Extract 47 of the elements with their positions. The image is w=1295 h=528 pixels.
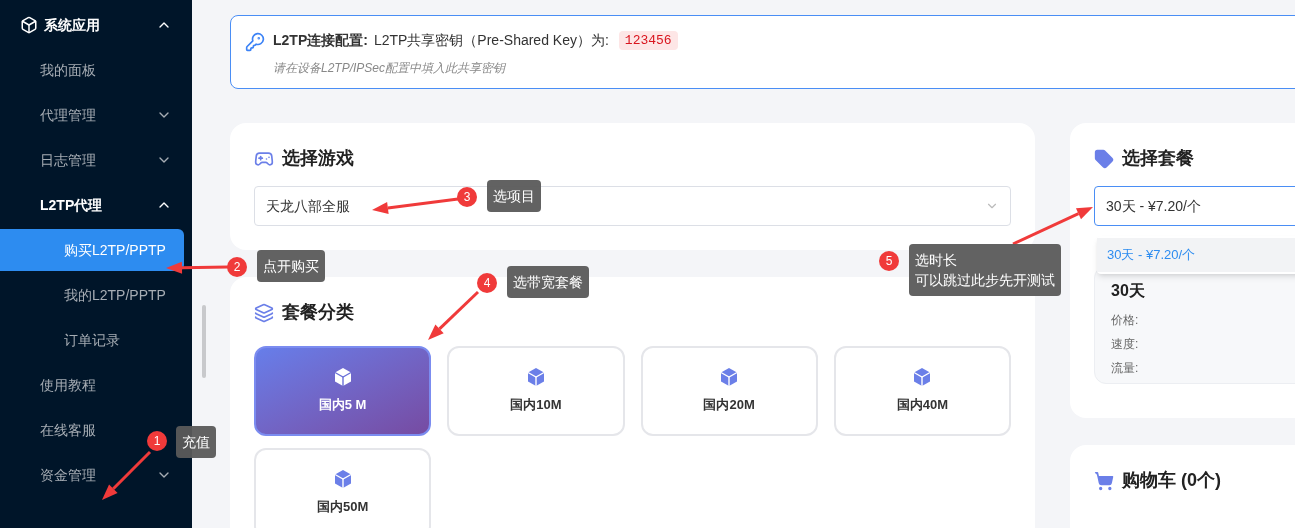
callout-tooltip: 选时长 可以跳过此步先开测试 [909, 244, 1061, 296]
layers-icon [254, 302, 274, 323]
card-title: 购物车 (0个) [1122, 469, 1221, 492]
sidebar-item[interactable]: 使用教程 [0, 364, 192, 406]
card-title: 套餐分类 [282, 301, 354, 324]
cube-icon [332, 367, 353, 388]
sidebar-item[interactable]: 系统应用 [0, 4, 192, 46]
step-number-tooltip: 4 [477, 273, 497, 293]
card-title: 选择游戏 [282, 147, 354, 170]
cube-icon [719, 367, 740, 388]
arrow [102, 450, 152, 500]
step-number-tooltip: 2 [227, 257, 247, 277]
sidebar-item[interactable]: 日志管理 [0, 139, 192, 181]
category-option[interactable]: 国内50M [254, 448, 432, 528]
category-option[interactable]: 国内10M [447, 346, 625, 436]
key-icon [245, 32, 265, 52]
step-number-tooltip: 5 [879, 251, 899, 271]
callout-tooltip: 选带宽套餐 [507, 266, 589, 298]
cube-icon [912, 367, 933, 388]
arrow [166, 261, 229, 274]
notice-title: L2TP连接配置: [273, 31, 368, 50]
category-option[interactable]: 国内5 M [254, 346, 432, 436]
sidebar-item[interactable]: 我的L2TP/PPTP [0, 274, 192, 316]
card-title: 选择套餐 [1122, 147, 1194, 170]
category-option[interactable]: 国内20M [640, 346, 818, 436]
sidebar-item[interactable]: 订单记录 [0, 319, 192, 361]
arrow [428, 290, 480, 340]
sidebar-item[interactable]: 代理管理 [0, 94, 192, 136]
cube-icon [20, 16, 38, 34]
notice-text: L2TP共享密钥（Pre-Shared Key）为: [373, 31, 609, 50]
cube-icon [525, 367, 546, 388]
sidebar-item[interactable]: 我的面板 [0, 49, 192, 91]
plan-select[interactable]: 30天 - ¥7.20/个 [1094, 186, 1295, 226]
cart-icon [1094, 470, 1114, 491]
field-label: 流量: [1111, 360, 1140, 377]
field-label: 价格: [1111, 312, 1140, 329]
callout-tooltip: 选项目 [487, 180, 541, 212]
tag-icon [1094, 148, 1114, 169]
key-value: 123456 [618, 30, 678, 51]
sidebar-item[interactable]: L2TP代理 [0, 184, 192, 226]
notice-hint: 请在设备L2TP/IPSec配置中填入此共享密钥 [273, 60, 507, 77]
callout-tooltip: 充值 [176, 426, 216, 458]
category-option[interactable]: 国内40M [833, 346, 1011, 436]
plan-name: 30天 [1111, 281, 1146, 301]
cube-icon [332, 469, 353, 490]
field-label: 速度: [1111, 336, 1140, 353]
callout-tooltip: 点开购买 [257, 250, 325, 282]
